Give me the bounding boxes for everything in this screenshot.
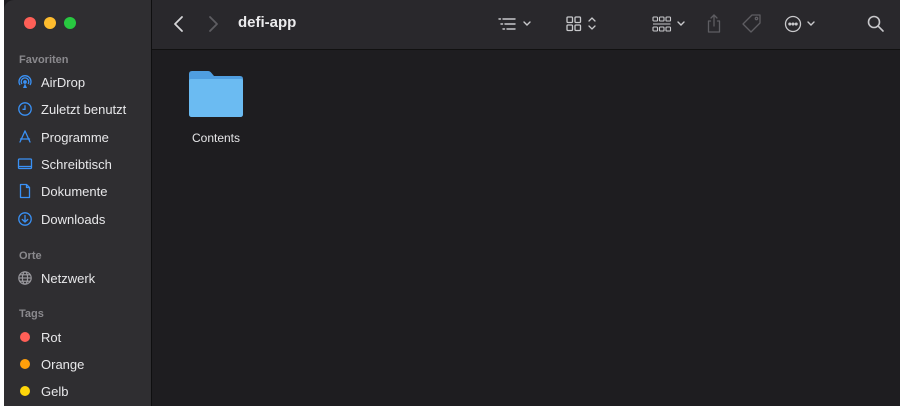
sidebar-tag-orange[interactable]: Orange <box>17 353 147 375</box>
sidebar-item-network[interactable]: Netzwerk <box>17 267 147 289</box>
sidebar-item-label: Rot <box>41 329 62 345</box>
sidebar-item-desktop[interactable]: Schreibtisch <box>17 153 147 175</box>
sidebar-item-label: Dokumente <box>41 183 108 199</box>
sidebar-item-label: Zuletzt benutzt <box>41 101 127 117</box>
list-view-icon <box>498 18 531 30</box>
yellow-tag-icon <box>20 386 30 396</box>
folder-label: Contents <box>191 131 241 145</box>
sidebar-item-label: Orange <box>41 356 85 372</box>
file-browser: Contents <box>152 50 900 406</box>
sidebar-item-label: Downloads <box>41 211 106 227</box>
sidebar-item-applications[interactable]: Programme <box>17 126 147 148</box>
orange-tag-icon <box>20 359 30 369</box>
group-icon <box>652 16 685 32</box>
sidebar-section-locations: Orte <box>19 250 42 262</box>
sidebar-item-documents[interactable]: Dokumente <box>17 180 147 202</box>
list-view-button[interactable] <box>497 12 535 36</box>
back-button[interactable] <box>172 12 186 36</box>
share-button[interactable] <box>705 12 723 36</box>
sidebar-section-favorites: Favoriten <box>19 54 69 66</box>
airdrop-icon <box>17 74 33 90</box>
group-button[interactable] <box>652 12 690 36</box>
sidebar-tag-red[interactable]: Rot <box>17 326 147 348</box>
sidebar-item-downloads[interactable]: Downloads <box>17 208 147 230</box>
folder-icon <box>189 71 243 117</box>
more-icon <box>784 15 815 33</box>
close-button[interactable] <box>24 17 36 29</box>
red-tag-icon <box>20 332 30 342</box>
sidebar: Favoriten AirDrop Zuletzt benutzt Progra… <box>4 0 152 406</box>
window-controls <box>24 17 76 29</box>
toolbar: defi-app <box>152 0 900 50</box>
sidebar-item-airdrop[interactable]: AirDrop <box>17 71 147 93</box>
sidebar-item-label: Schreibtisch <box>41 156 112 172</box>
share-icon <box>707 14 721 33</box>
finder-window: Favoriten AirDrop Zuletzt benutzt Progra… <box>0 0 900 406</box>
download-icon <box>17 211 33 227</box>
sidebar-tag-yellow[interactable]: Gelb <box>17 380 147 402</box>
desktop-icon <box>17 156 33 172</box>
sidebar-item-recents[interactable]: Zuletzt benutzt <box>17 98 147 120</box>
sidebar-item-label: AirDrop <box>41 74 86 90</box>
icon-view-button[interactable] <box>565 12 601 36</box>
tag-button[interactable] <box>741 12 763 36</box>
clock-icon <box>17 101 33 117</box>
globe-icon <box>17 270 33 286</box>
minimize-button[interactable] <box>44 17 56 29</box>
document-icon <box>17 183 33 199</box>
tag-icon <box>742 14 761 33</box>
sidebar-item-label: Programme <box>41 129 109 145</box>
sidebar-item-label: Gelb <box>41 383 69 399</box>
sidebar-item-label: Netzwerk <box>41 270 96 286</box>
window-title: defi-app <box>238 14 297 31</box>
icon-view-icon <box>566 16 596 32</box>
search-button[interactable] <box>866 12 886 36</box>
search-icon <box>867 15 884 32</box>
more-button[interactable] <box>783 12 819 36</box>
zoom-button[interactable] <box>64 17 76 29</box>
sidebar-section-tags: Tags <box>19 308 44 320</box>
folder-item[interactable]: Contents <box>180 68 252 145</box>
forward-icon <box>209 16 218 32</box>
applications-icon <box>17 129 33 145</box>
forward-button[interactable] <box>206 12 220 36</box>
back-icon <box>174 16 183 32</box>
